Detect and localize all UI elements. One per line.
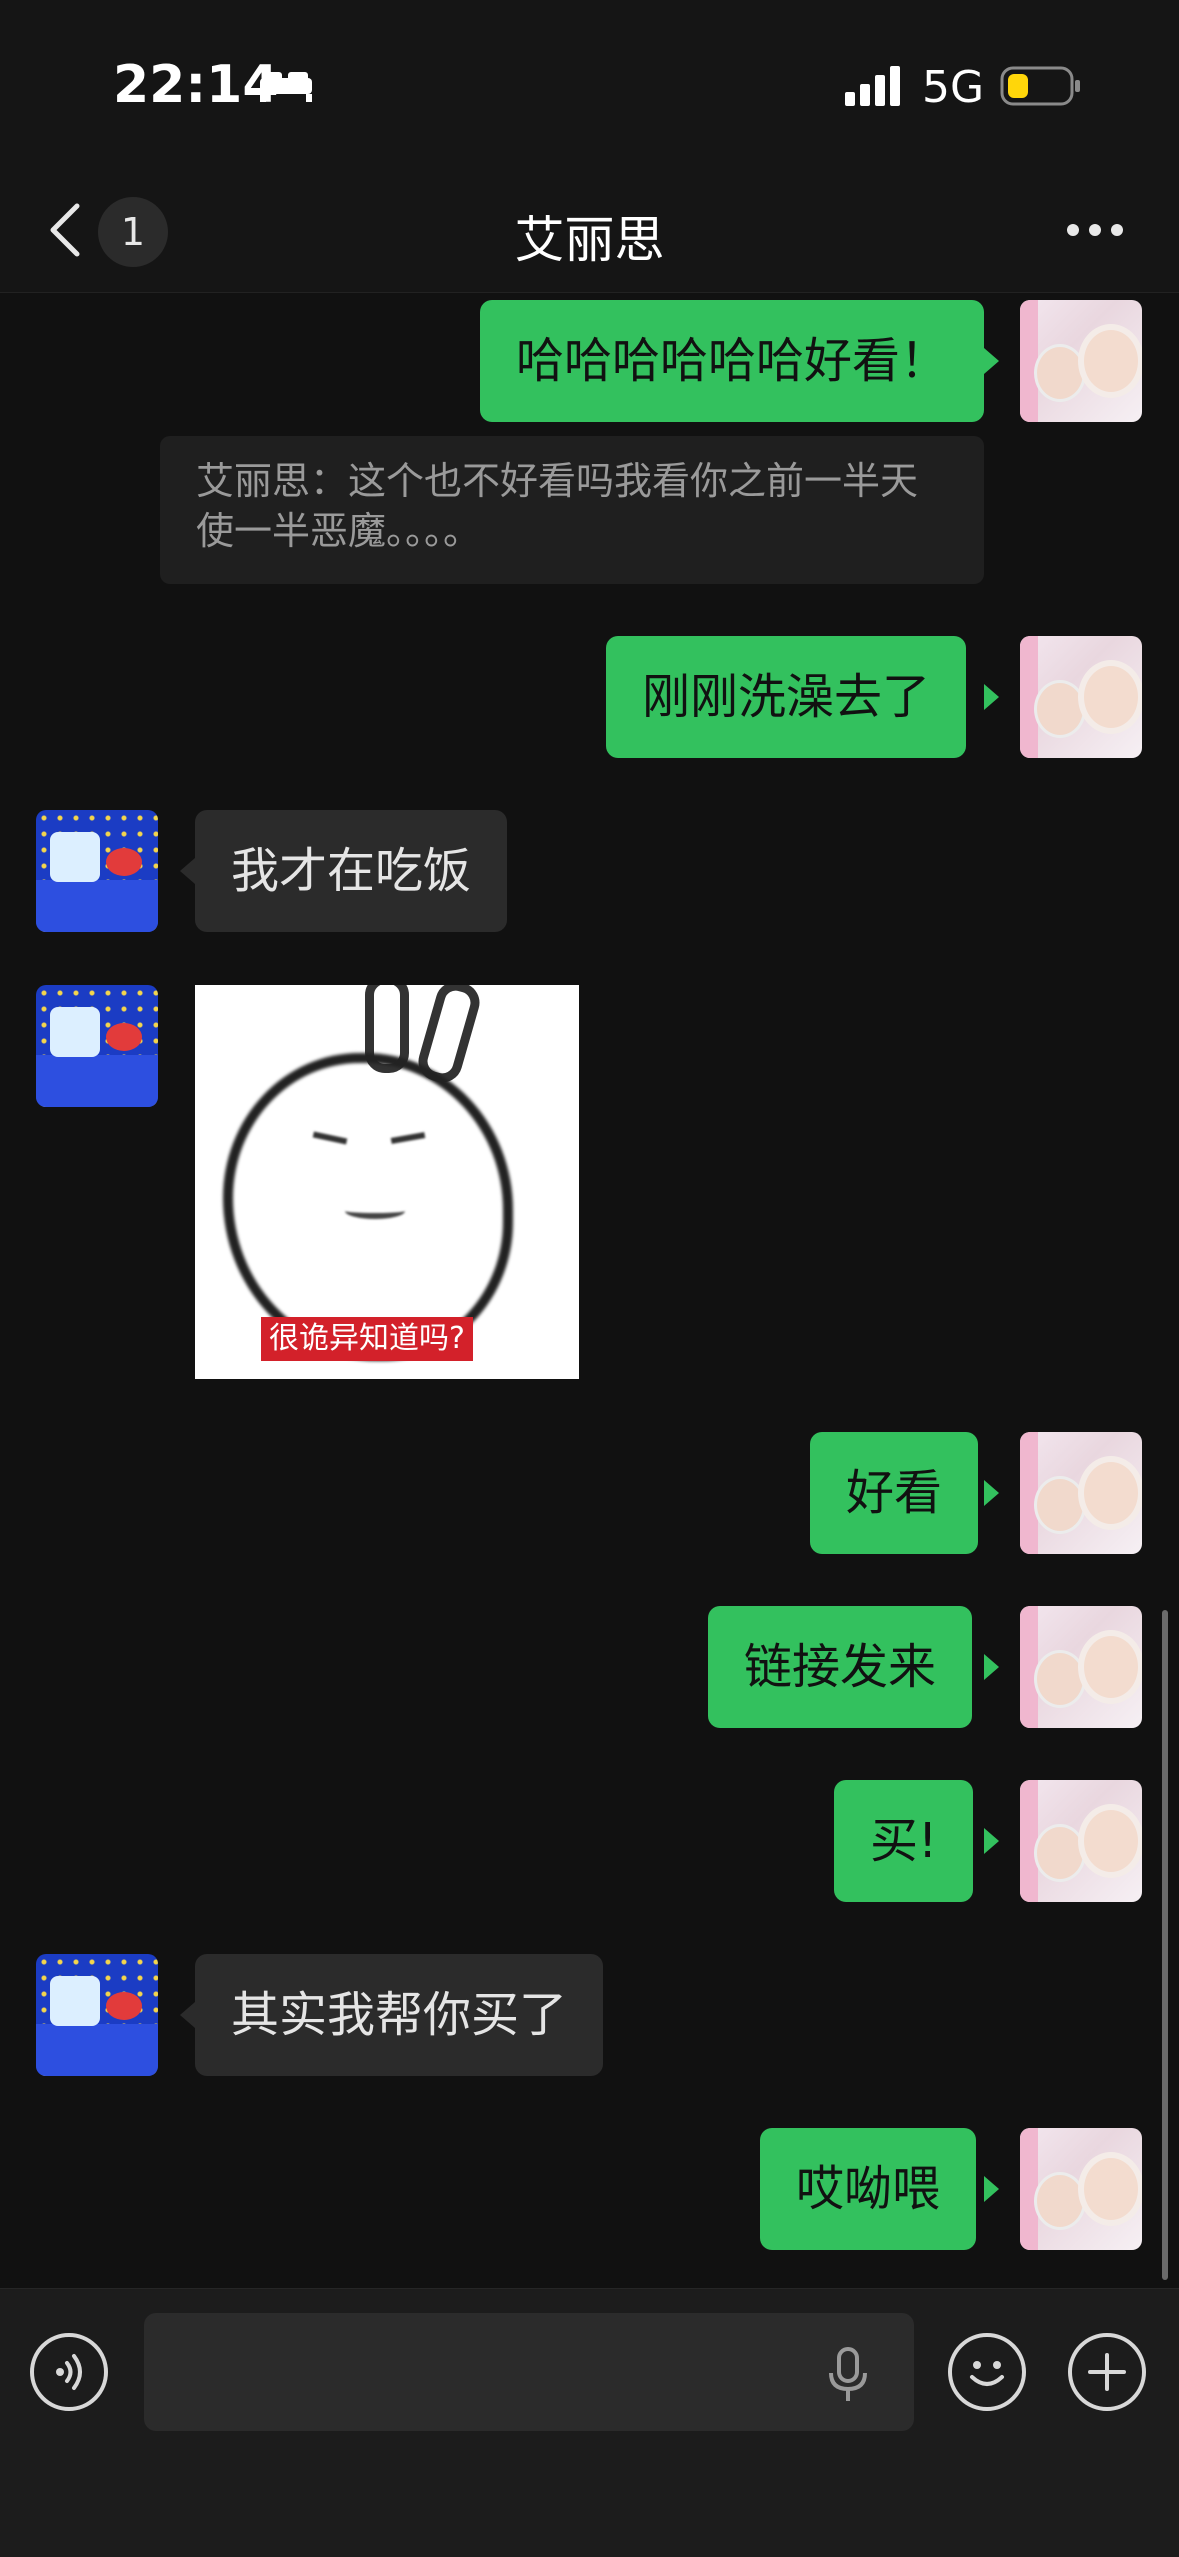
battery-low-icon xyxy=(1000,66,1080,106)
bed-icon xyxy=(260,72,312,102)
bubble-tail xyxy=(984,1480,999,1506)
message-bubble-incoming[interactable]: 其实我帮你买了 xyxy=(195,1954,604,2076)
avatar-me[interactable] xyxy=(1020,2128,1142,2250)
emoji-icon[interactable] xyxy=(948,2333,1026,2411)
message-bubble-outgoing[interactable]: 好看 xyxy=(810,1432,979,1554)
chat-scrollbar[interactable] xyxy=(1162,1610,1168,2280)
input-bar xyxy=(0,2288,1179,2557)
more-dots-icon[interactable] xyxy=(1065,222,1125,238)
bubble-tail xyxy=(984,1828,999,1854)
sticker-caption: 很诡异知道吗? xyxy=(261,1317,473,1361)
message-bubble-outgoing[interactable]: 链接发来 xyxy=(708,1606,973,1728)
chat-title: 艾丽思 xyxy=(514,211,665,269)
avatar-me[interactable] xyxy=(1020,636,1142,758)
avatar-me[interactable] xyxy=(1020,1606,1142,1728)
avatar-me[interactable] xyxy=(1020,1780,1142,1902)
message-bubble-outgoing[interactable]: 刚刚洗澡去了 xyxy=(606,636,967,758)
bubble-tail xyxy=(984,684,999,710)
status-bar: 22:14 5G xyxy=(0,0,1179,170)
avatar-contact[interactable] xyxy=(36,1954,158,2076)
quoted-message[interactable]: 艾丽思：这个也不好看吗我看你之前一半天使一半恶魔。。。。 xyxy=(160,436,984,584)
chat-header: 1 艾丽思 xyxy=(0,170,1179,293)
voice-input-icon[interactable] xyxy=(30,2333,108,2411)
plus-icon[interactable] xyxy=(1068,2333,1146,2411)
status-time: 22:14 xyxy=(113,55,279,115)
bubble-tail xyxy=(180,858,195,884)
bubble-tail xyxy=(984,2176,999,2202)
network-type: 5G xyxy=(922,62,985,113)
avatar-contact[interactable] xyxy=(36,810,158,932)
bubble-tail xyxy=(984,1654,999,1680)
message-bubble-outgoing[interactable]: 买! xyxy=(834,1780,974,1902)
message-input[interactable] xyxy=(144,2313,914,2431)
microphone-icon[interactable] xyxy=(826,2347,870,2403)
cellular-signal-icon xyxy=(845,66,900,106)
avatar-me[interactable] xyxy=(1020,1432,1142,1554)
message-bubble-incoming[interactable]: 我才在吃饭 xyxy=(195,810,508,932)
sticker-rabbit-image[interactable]: 很诡异知道吗? xyxy=(195,985,579,1379)
message-bubble-outgoing[interactable]: 哈哈哈哈哈哈好看！ xyxy=(480,300,985,422)
avatar-me[interactable] xyxy=(1020,300,1142,422)
bubble-tail xyxy=(180,2002,195,2028)
bubble-tail xyxy=(984,348,999,374)
message-bubble-outgoing[interactable]: 哎呦喂 xyxy=(760,2128,977,2250)
avatar-contact[interactable] xyxy=(36,985,158,1107)
